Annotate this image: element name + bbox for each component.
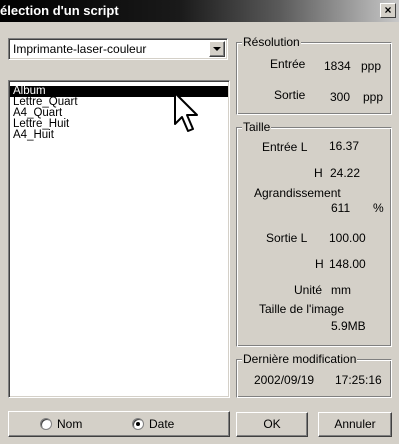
sort-name-radio[interactable] — [40, 418, 52, 430]
size-output-h-label: H — [315, 257, 324, 271]
printer-dropdown[interactable]: Imprimante-laser-couleur — [8, 38, 228, 60]
enlargement-label: Agrandissement — [254, 186, 341, 200]
enlargement-value: 611 — [331, 201, 351, 215]
resolution-legend: Résolution — [242, 35, 301, 49]
last-modified-group: Dernière modification 2002/09/19 17:25:1… — [236, 352, 392, 398]
image-size-value: 5.9MB — [331, 319, 366, 333]
size-output-l-value: 100.00 — [329, 231, 366, 245]
last-modified-time: 17:25:16 — [335, 373, 382, 387]
resolution-group: Résolution Entrée 1834 ppp Sortie 300 pp… — [236, 35, 392, 115]
unit-label: Unité — [294, 283, 323, 297]
size-input-l-label: Entrée L — [262, 140, 308, 154]
close-icon: × — [384, 3, 392, 17]
printer-dropdown-value: Imprimante-laser-couleur — [13, 42, 147, 56]
size-legend: Taille — [242, 120, 272, 134]
size-group: Taille Entrée L 16.37 H 24.22 Agrandisse… — [236, 120, 392, 347]
last-modified-date: 2002/09/19 — [254, 373, 315, 387]
size-input-h-value: 24.22 — [330, 166, 361, 180]
sort-name-label[interactable]: Nom — [57, 417, 82, 431]
sort-options: Nom Date — [8, 411, 230, 437]
resolution-output-label: Sortie — [274, 88, 306, 102]
size-output-l-label: Sortie L — [266, 231, 308, 245]
size-output-h-value: 148.00 — [329, 257, 366, 271]
close-button[interactable]: × — [380, 3, 396, 18]
window-title: élection d'un script — [0, 3, 119, 18]
list-item[interactable]: A4_Huit — [10, 129, 228, 141]
size-input-h-label: H — [314, 166, 323, 180]
resolution-input-value: 1834 — [324, 59, 351, 73]
resolution-output-value: 300 — [330, 90, 351, 104]
resolution-input-label: Entrée — [270, 57, 306, 71]
resolution-input-unit: ppp — [361, 59, 382, 73]
resolution-output-unit: ppp — [363, 90, 384, 104]
cancel-button[interactable]: Annuler — [318, 412, 392, 437]
script-list[interactable]: Album Lettre_Quart A4_Quart Lettre_Huit … — [8, 80, 230, 398]
chevron-down-icon[interactable] — [209, 41, 225, 57]
unit-value: mm — [331, 283, 351, 297]
sort-date-radio[interactable] — [132, 418, 144, 430]
size-input-l-value: 16.37 — [329, 139, 360, 153]
sort-date-label[interactable]: Date — [149, 417, 174, 431]
ok-button[interactable]: OK — [236, 412, 308, 437]
title-bar: élection d'un script × — [0, 0, 399, 22]
last-modified-legend: Dernière modification — [242, 352, 358, 366]
enlargement-unit: % — [373, 201, 384, 215]
image-size-label: Taille de l'image — [259, 302, 345, 316]
